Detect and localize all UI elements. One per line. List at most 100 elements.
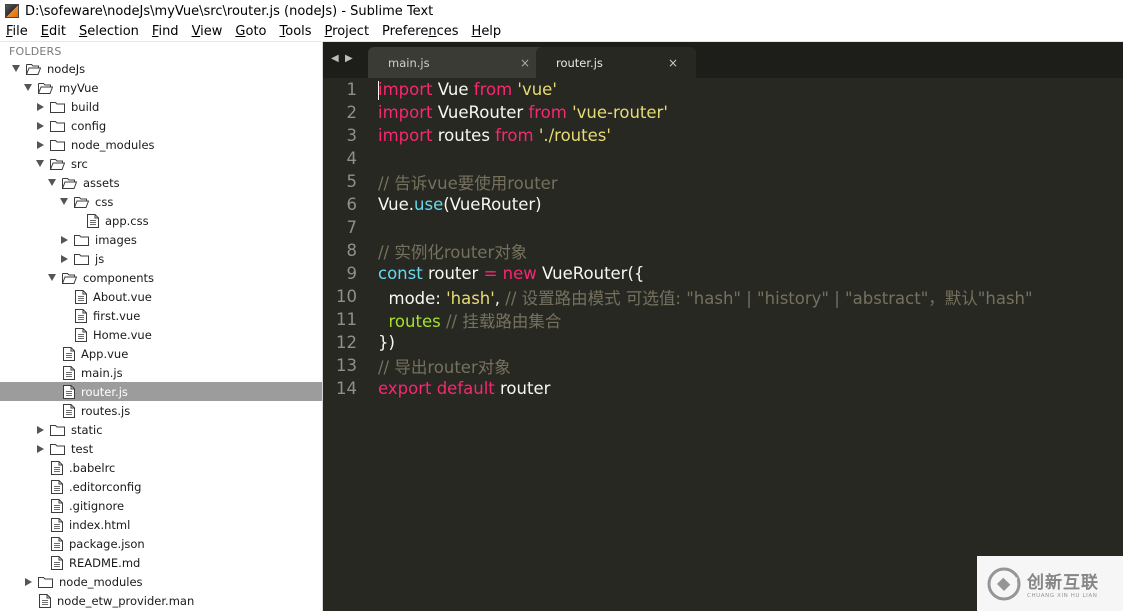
close-icon[interactable]: × [668,56,678,70]
line-number: 4 [346,149,358,168]
disclosure-down-icon[interactable] [11,64,21,74]
disclosure-down-icon[interactable] [23,83,33,93]
tree-folder[interactable]: node_modules [0,135,322,154]
code-line[interactable]: 11 routes // 挂载路由集合 [323,308,1123,331]
menu-edit[interactable]: Edit [35,24,73,39]
code-line[interactable]: 6 Vue.use(VueRouter) [323,193,1123,216]
tab-prev-icon[interactable]: ◀ [331,53,339,64]
token-keyword: = [483,264,498,283]
code-line[interactable]: 3 import routes from './routes' [323,124,1123,147]
tree-file[interactable]: index.html [0,515,322,534]
token-keyword: new [502,264,537,283]
tree-item-label: src [71,156,88,171]
token-plain: mode: [378,288,447,308]
tree-file[interactable]: About.vue [0,287,322,306]
tree-file[interactable]: App.vue [0,344,322,363]
menu-find[interactable]: Find [146,24,186,39]
line-number: 9 [346,264,358,283]
tree-file[interactable]: .gitignore [0,496,322,515]
tree-folder[interactable]: build [0,97,322,116]
tree-file[interactable]: .editorconfig [0,477,322,496]
code-line[interactable]: 9 const router = new VueRouter({ [323,262,1123,285]
tree-file[interactable]: router.js [0,382,322,401]
menu-preferences[interactable]: Preferences [376,24,465,39]
menu-help[interactable]: Help [466,24,509,39]
tree-item-label: app.css [105,213,149,228]
code-line[interactable]: 7 [323,216,1123,239]
line-text: mode: 'hash', // 设置路由模式 可选值: "hash" | "h… [378,285,1032,309]
line-number: 7 [346,218,358,237]
file-icon [38,593,57,608]
tree-folder[interactable]: components [0,268,322,287]
disclosure-down-icon[interactable] [35,159,45,169]
tree-item-label: css [95,194,114,209]
tree-folder[interactable]: css [0,192,322,211]
tree-item-label: test [71,441,94,456]
menu-view[interactable]: View [186,24,230,39]
disclosure-right-icon[interactable] [59,235,69,245]
tab-main-js[interactable]: main.js × [368,47,548,78]
code-line[interactable]: 10 mode: 'hash', // 设置路由模式 可选值: "hash" |… [323,285,1123,308]
folder-icon [50,101,71,113]
tree-folder[interactable]: nodeJs [0,59,322,78]
file-icon [50,555,69,570]
menu-selection[interactable]: Selection [73,24,146,39]
disclosure-down-icon[interactable] [47,273,57,283]
disclosure-right-icon[interactable] [35,102,45,112]
tree-item-label: node_etw_provider.man [57,593,195,608]
tree-file[interactable]: app.css [0,211,322,230]
code-line[interactable]: 13 // 导出router对象 [323,354,1123,377]
disclosure-right-icon[interactable] [35,425,45,435]
line-text: export default router [378,379,550,398]
code-line[interactable]: 12}) [323,331,1123,354]
code-line[interactable]: 4 [323,147,1123,170]
tree-folder[interactable]: node_modules [0,572,322,591]
folders-header: FOLDERS [9,45,62,58]
disclosure-down-icon[interactable] [59,197,69,207]
disclosure-down-icon[interactable] [47,178,57,188]
folder-open-icon [38,82,59,94]
disclosure-right-icon[interactable] [35,444,45,454]
sidebar: FOLDERS nodeJs myVue build config node_modul… [0,42,323,611]
tree-file[interactable]: README.md [0,553,322,572]
disclosure-right-icon[interactable] [35,121,45,131]
tree-item-label: build [71,99,100,114]
tree-folder[interactable]: config [0,116,322,135]
tree-folder[interactable]: js [0,249,322,268]
code-line[interactable]: 1 import Vue from 'vue' [323,78,1123,101]
code-line[interactable]: 2 import VueRouter from 'vue-router' [323,101,1123,124]
tree-folder[interactable]: assets [0,173,322,192]
tree-folder[interactable]: myVue [0,78,322,97]
menu-tools[interactable]: Tools [274,24,319,39]
tree-folder[interactable]: images [0,230,322,249]
tree-folder[interactable]: static [0,420,322,439]
tab-next-icon[interactable]: ▶ [345,53,353,64]
folder-open-icon [62,177,83,189]
close-icon[interactable]: × [520,56,530,70]
tab-router-js[interactable]: router.js × [536,47,696,78]
token-keyword: from [495,126,534,145]
tree-file[interactable]: routes.js [0,401,322,420]
menu-goto[interactable]: Goto [229,24,273,39]
line-text: import VueRouter from 'vue-router' [378,103,668,122]
disclosure-right-icon[interactable] [59,254,69,264]
file-icon [50,479,69,494]
disclosure-right-icon[interactable] [23,577,33,587]
file-icon [62,346,81,361]
tree-item-label: first.vue [93,308,141,323]
menu-project[interactable]: Project [319,24,377,39]
disclosure-right-icon[interactable] [35,140,45,150]
code-line[interactable]: 14 export default router [323,377,1123,400]
tree-file[interactable]: main.js [0,363,322,382]
tree-folder[interactable]: src [0,154,322,173]
tree-file[interactable]: package.json [0,534,322,553]
code-line[interactable]: 8 // 实例化router对象 [323,239,1123,262]
tree-file[interactable]: node_etw_provider.man [0,591,322,610]
tree-file[interactable]: first.vue [0,306,322,325]
code-line[interactable]: 5 // 告诉vue要使用router [323,170,1123,193]
tree-file[interactable]: .babelrc [0,458,322,477]
tree-folder[interactable]: test [0,439,322,458]
tree-file[interactable]: Home.vue [0,325,322,344]
menu-file[interactable]: File [0,24,35,39]
editor[interactable]: ◀ ▶ main.js × router.js × 1 import Vue fr… [323,42,1123,611]
